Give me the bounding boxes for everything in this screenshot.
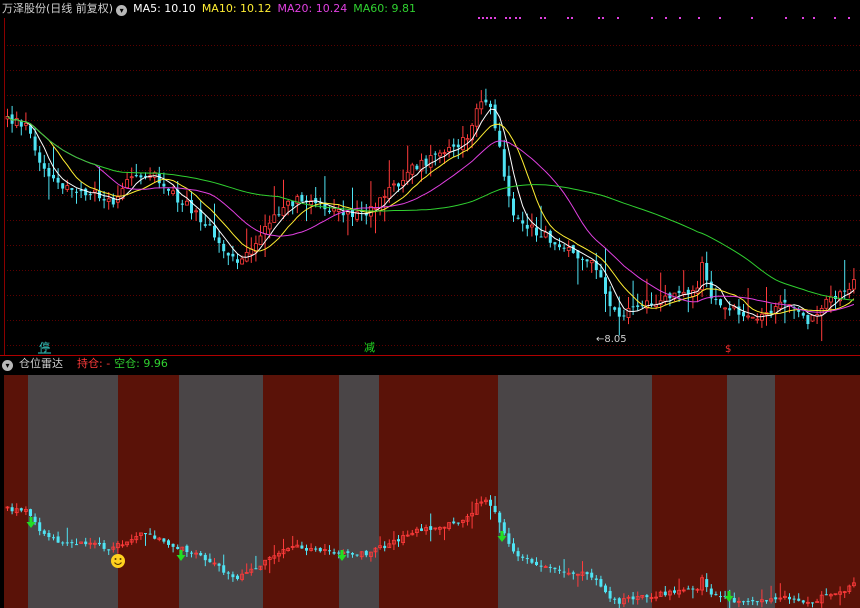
position-radar-zones bbox=[4, 375, 860, 608]
hold-zone bbox=[652, 375, 727, 608]
candlestick[interactable] bbox=[571, 244, 575, 254]
dollar-marker: $ bbox=[725, 344, 731, 355]
empty-zone bbox=[28, 375, 118, 608]
radar-candle[interactable] bbox=[29, 508, 32, 517]
hold-zone bbox=[118, 375, 179, 608]
ma10-value: MA10: 10.12 bbox=[201, 2, 272, 15]
stop-marker: 停 bbox=[39, 340, 50, 354]
empty-zone bbox=[339, 375, 379, 608]
stock-title[interactable]: 万泽股份(日线 前复权) bbox=[2, 2, 113, 15]
empty-zone bbox=[179, 375, 263, 608]
hold-zone bbox=[4, 375, 28, 608]
ma5-value: MA5: 10.10 bbox=[133, 2, 196, 15]
hold-zone bbox=[775, 375, 860, 608]
ma60-value: MA60: 9.81 bbox=[353, 2, 416, 15]
hold-zone bbox=[263, 375, 339, 608]
sub-chart-header: ▾ 仓位雷达 持仓: - 空仓: 9.96 bbox=[2, 356, 174, 372]
chevron-down-icon[interactable]: ▾ bbox=[116, 5, 128, 16]
empty-value: 空仓: 9.96 bbox=[114, 357, 168, 370]
reduce-marker: 减 bbox=[364, 341, 375, 354]
main-chart-header: 万泽股份(日线 前复权) ▾ MA5: 10.10 MA10: 10.12 MA20: … bbox=[2, 1, 422, 17]
stock-chart-canvas[interactable]: 停 减 $ ←8.05 bbox=[0, 0, 860, 608]
hold-value: 持仓: - bbox=[77, 357, 111, 370]
indicator-title[interactable]: 仓位雷达 bbox=[19, 357, 63, 370]
ma20-value: MA20: 10.24 bbox=[277, 2, 348, 15]
low-price-label: ←8.05 bbox=[596, 334, 627, 345]
candlestick[interactable] bbox=[750, 316, 755, 319]
empty-zone bbox=[498, 375, 652, 608]
radar-candle[interactable] bbox=[833, 593, 838, 596]
empty-zone bbox=[727, 375, 775, 608]
chevron-down-icon[interactable]: ▾ bbox=[2, 360, 13, 371]
smiley-icon bbox=[111, 554, 125, 568]
hold-zone bbox=[379, 375, 498, 608]
